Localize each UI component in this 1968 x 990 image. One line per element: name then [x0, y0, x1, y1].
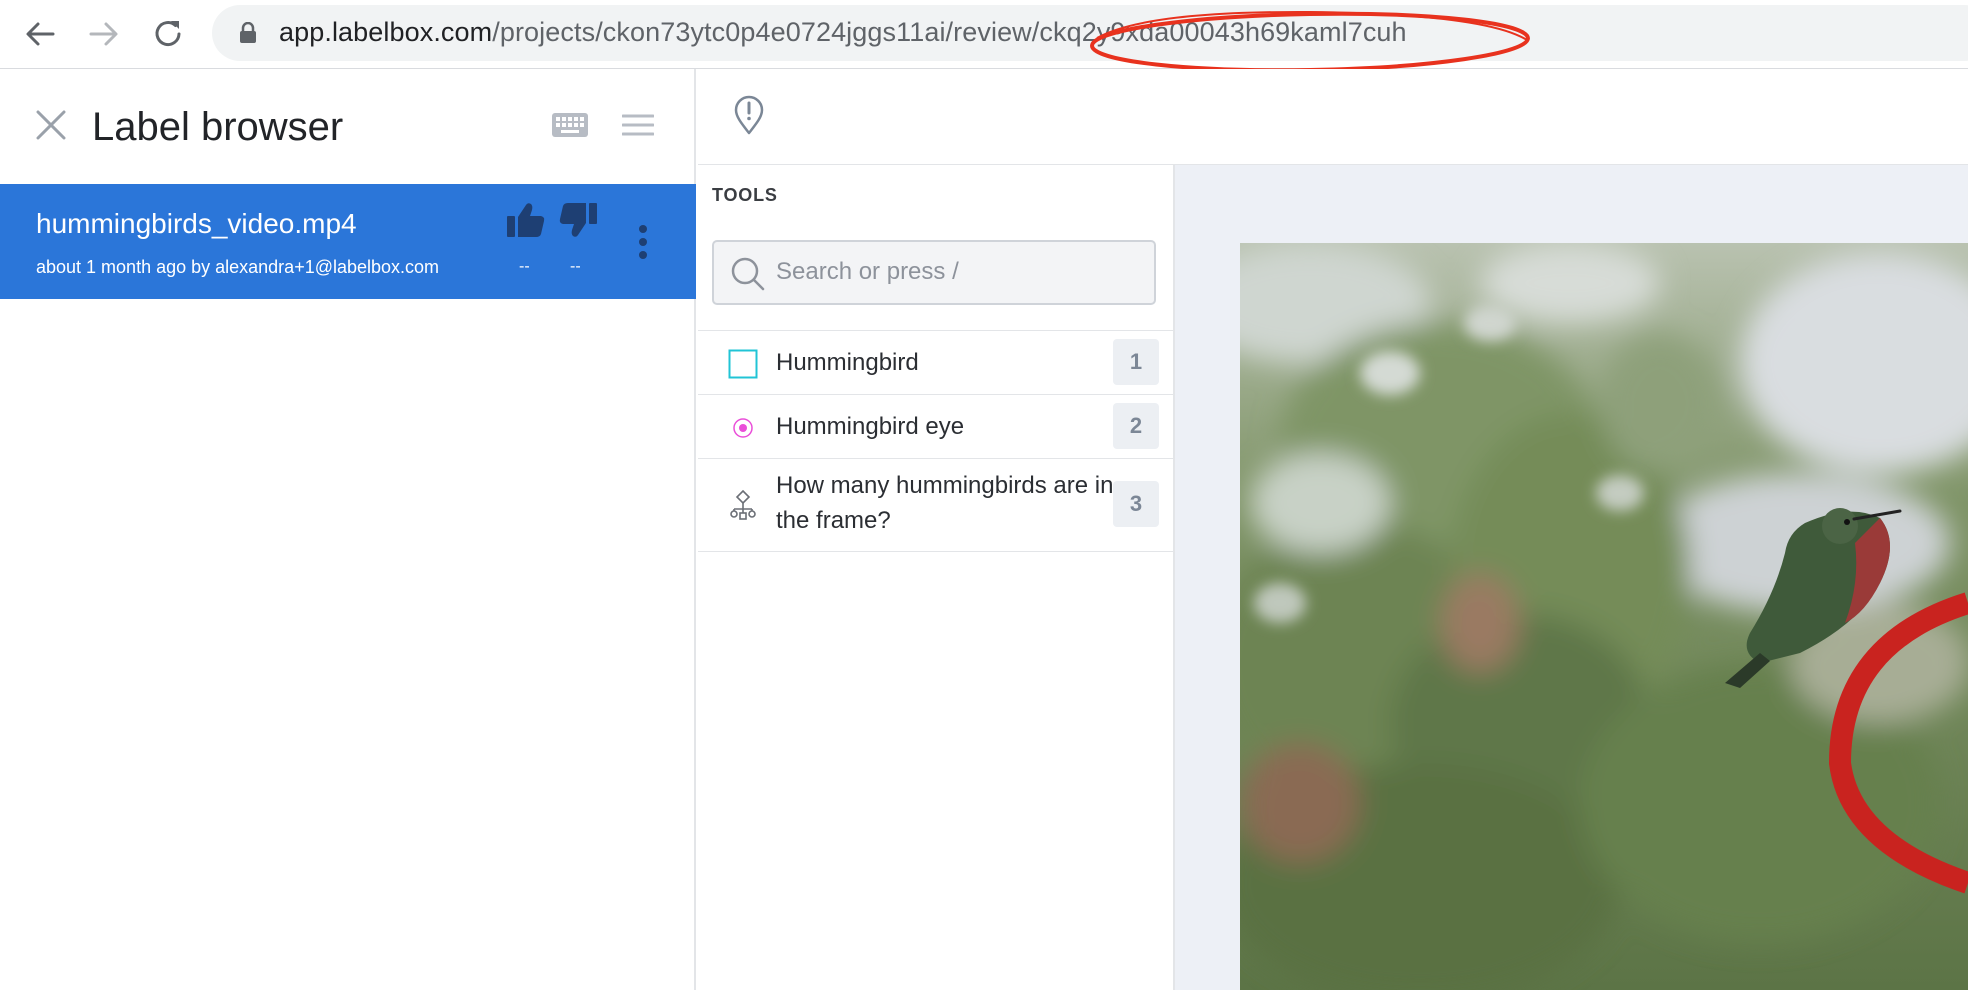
classification-icon [730, 489, 756, 520]
back-button[interactable] [16, 10, 64, 58]
label-list-item-selected[interactable]: hummingbirds_video.mp4 about 1 month ago… [0, 184, 696, 299]
point-icon [733, 418, 753, 438]
tool-item-hummingbird-eye[interactable]: Hummingbird eye 2 [698, 395, 1173, 459]
tool-item-classification[interactable]: How many hummingbirds are in the frame? … [698, 459, 1173, 552]
issue-pin-icon[interactable] [734, 95, 764, 135]
label-browser-panel: Label browser hummingbirds_video.mp4 abo… [0, 69, 696, 990]
labeling-canvas[interactable] [1175, 165, 1968, 990]
label-browser-title: Label browser [92, 105, 344, 149]
upvote-count: -- [519, 258, 530, 275]
url-host: app.labelbox.com [279, 17, 493, 47]
editor-header [698, 69, 1968, 165]
tool-hotkey: 1 [1113, 339, 1159, 385]
downvote-count: -- [570, 258, 581, 275]
search-icon [731, 257, 765, 291]
tool-item-hummingbird[interactable]: Hummingbird 1 [698, 331, 1173, 395]
close-icon[interactable] [33, 107, 69, 143]
tool-label: Hummingbird eye [776, 413, 965, 440]
tool-search-box[interactable] [712, 240, 1156, 305]
tool-list: Hummingbird 1 Hummingbird eye 2 How many… [698, 330, 1173, 552]
tool-label: Hummingbird [776, 349, 919, 376]
url-path: /projects/ckon73ytc0p4e0724jggs11ai/revi… [492, 17, 1040, 47]
tool-hotkey: 3 [1113, 481, 1159, 527]
forward-button[interactable] [80, 10, 128, 58]
more-options-icon[interactable] [636, 224, 650, 260]
lock-icon [240, 22, 256, 43]
browser-toolbar: app.labelbox.com/projects/ckon73ytc0p4e0… [0, 0, 1968, 73]
address-bar[interactable]: app.labelbox.com/projects/ckon73ytc0p4e0… [212, 5, 1968, 61]
tool-search-input[interactable] [774, 252, 1144, 292]
thumbs-up-icon[interactable] [506, 201, 546, 239]
menu-icon[interactable] [622, 114, 654, 136]
arrow-left-icon [26, 22, 55, 46]
hummingbird-video-image [1240, 243, 1968, 990]
tool-label: How many hummingbirds are in the frame? [776, 472, 1114, 534]
url-label-id: ckq2y9xda00043h69kaml7cuh [1039, 17, 1407, 47]
reload-button[interactable] [144, 10, 192, 58]
thumbs-down-icon[interactable] [558, 201, 598, 239]
tools-panel: TOOLS Hummingbird 1 Hummingbird eye 2 [698, 165, 1175, 990]
label-meta: about 1 month ago by alexandra+1@labelbo… [36, 257, 440, 277]
label-filename: hummingbirds_video.mp4 [36, 208, 357, 239]
tools-heading: TOOLS [712, 185, 778, 205]
video-frame[interactable] [1240, 243, 1968, 990]
bounding-box-icon [728, 349, 758, 379]
keyboard-icon[interactable] [552, 113, 588, 137]
url-text: app.labelbox.com/projects/ckon73ytc0p4e0… [279, 15, 1407, 49]
tool-hotkey: 2 [1113, 403, 1159, 449]
arrow-right-icon [89, 22, 118, 46]
reload-icon [155, 21, 181, 47]
